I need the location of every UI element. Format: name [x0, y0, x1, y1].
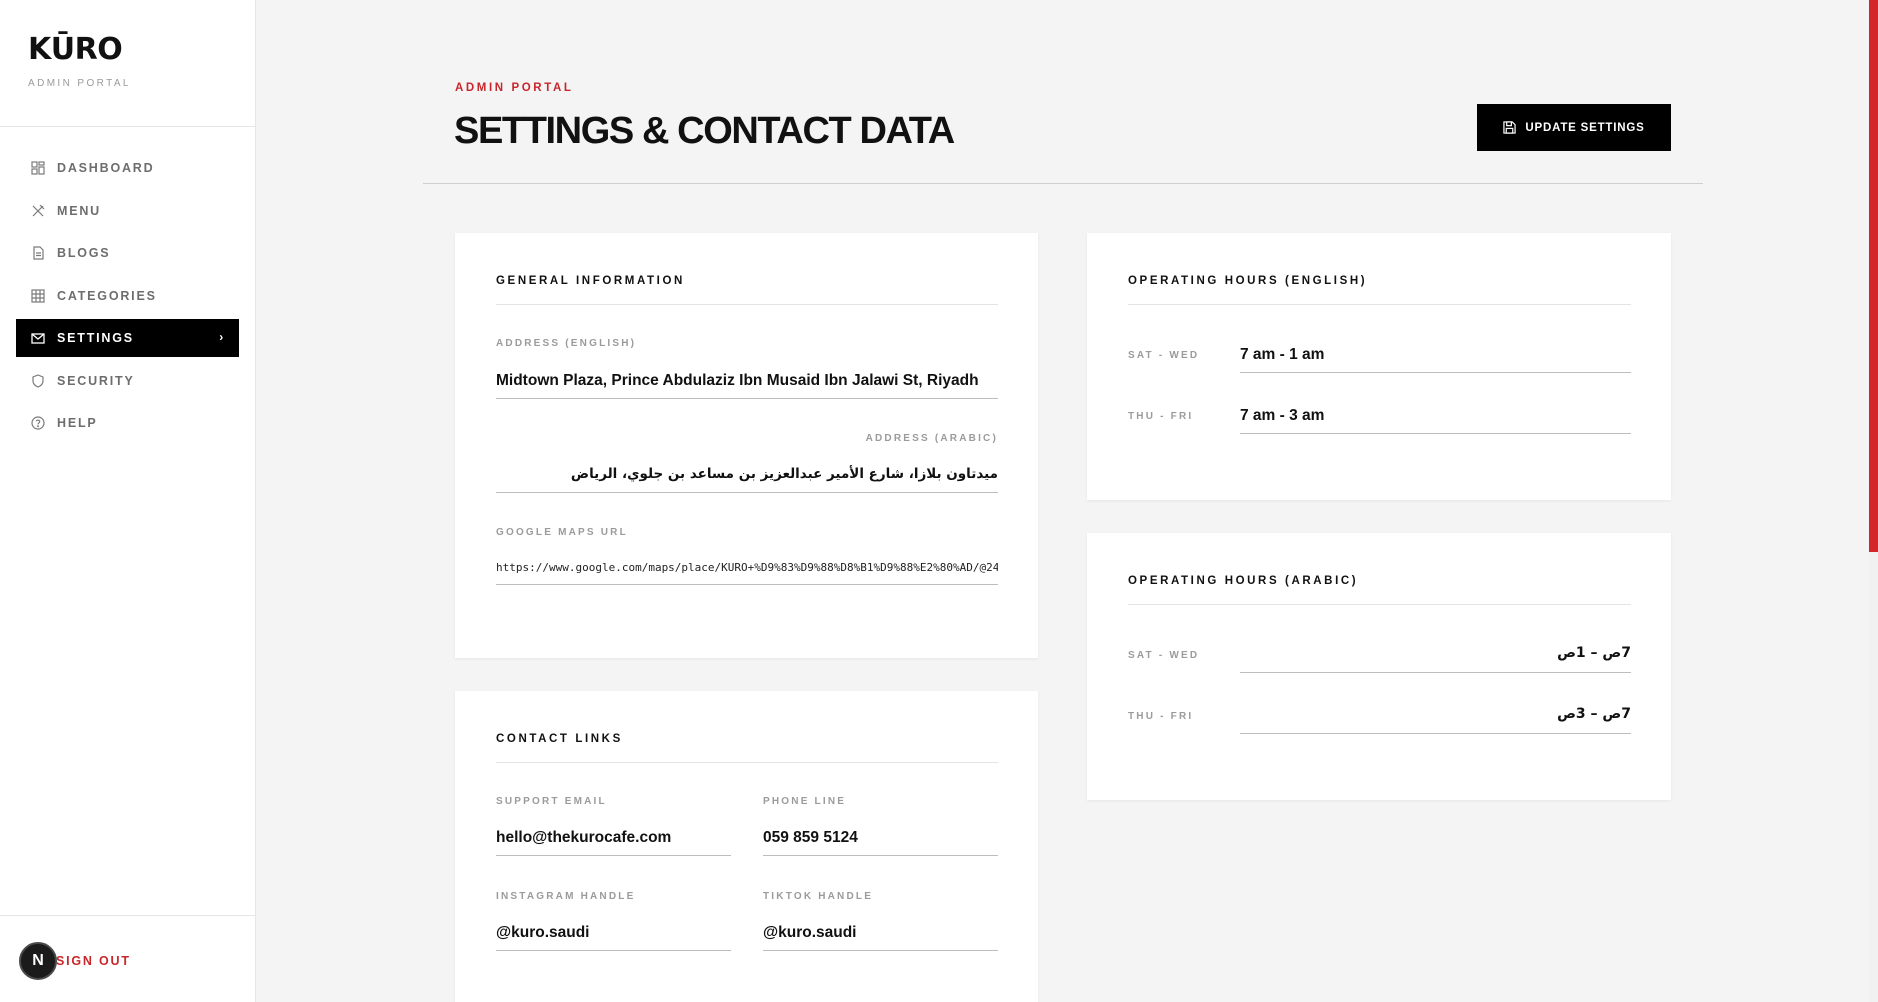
address-arabic-input[interactable]: ميدتاون بلازا، شارع الأمير عبدالعزيز بن …: [496, 466, 998, 482]
card-divider: [1128, 304, 1631, 305]
field-underline: [496, 398, 998, 399]
sat-wed-hours-input[interactable]: 7 am - 1 am: [1240, 346, 1631, 364]
update-settings-button[interactable]: UPDATE SETTINGS: [1477, 104, 1671, 151]
card-divider: [496, 762, 998, 763]
field-underline: [496, 584, 998, 585]
shield-icon: [30, 373, 46, 389]
header-divider: [423, 183, 1703, 184]
sidebar-item-menu[interactable]: MENU: [16, 192, 239, 230]
sign-out-button[interactable]: SIGN OUT: [56, 954, 131, 968]
sidebar-item-label: MENU: [57, 203, 102, 218]
sidebar-item-categories[interactable]: CATEGORIES: [16, 277, 239, 315]
field-underline: [1240, 672, 1631, 673]
sidebar-item-label: HELP: [57, 416, 98, 430]
field-underline: [763, 855, 998, 856]
sidebar-item-label: SECURITY: [57, 373, 135, 388]
logo[interactable]: KŪRO: [28, 32, 255, 68]
sidebar: KŪRO ADMIN PORTAL DASHBOARD MENU BLOGS C…: [0, 0, 256, 1002]
sidebar-item-label: DASHBOARD: [57, 161, 155, 175]
sidebar-item-dashboard[interactable]: DASHBOARD: [16, 149, 239, 187]
thu-fri-label: THU - FRI: [1128, 411, 1194, 422]
sat-wed-label: SAT - WED: [1128, 650, 1200, 661]
thu-fri-hours-arabic-input[interactable]: 7ص – 3ص: [1240, 706, 1631, 722]
support-email-label: SUPPORT EMAIL: [496, 796, 607, 807]
scrollbar-thumb[interactable]: [1869, 0, 1878, 552]
field-underline: [763, 950, 998, 951]
card-title: CONTACT LINKS: [496, 733, 623, 745]
thu-fri-label: THU - FRI: [1128, 711, 1194, 722]
sidebar-item-label: CATEGORIES: [57, 288, 157, 303]
sidebar-item-blogs[interactable]: BLOGS: [16, 234, 239, 272]
support-email-input[interactable]: hello@thekurocafe.com: [496, 829, 731, 847]
card-divider: [496, 304, 998, 305]
grid-icon: [30, 288, 46, 304]
tiktok-handle-input[interactable]: @kuro.saudi: [763, 924, 998, 942]
field-underline: [1240, 433, 1631, 434]
brand: KŪRO ADMIN PORTAL: [0, 0, 255, 127]
card-divider: [1128, 604, 1631, 605]
sidebar-nav: DASHBOARD MENU BLOGS CATEGORIES SETTINGS: [0, 127, 255, 442]
phone-line-input[interactable]: 059 859 5124: [763, 829, 998, 847]
field-underline: [1240, 733, 1631, 734]
save-icon: [1503, 121, 1517, 134]
page-title: SETTINGS & CONTACT DATA: [454, 110, 955, 152]
card-title: OPERATING HOURS (ARABIC): [1128, 575, 1359, 587]
sidebar-item-label: BLOGS: [57, 246, 111, 260]
utensils-icon: [30, 203, 46, 219]
google-maps-url-input[interactable]: https://www.google.com/maps/place/KURO+%…: [496, 561, 998, 574]
sidebar-item-help[interactable]: HELP: [16, 404, 239, 442]
help-icon: [30, 415, 46, 431]
sidebar-item-security[interactable]: SECURITY: [16, 362, 239, 400]
operating-hours-english-card: OPERATING HOURS (ENGLISH) SAT - WED 7 am…: [1087, 233, 1671, 500]
mail-icon: [30, 330, 46, 346]
sidebar-item-settings[interactable]: SETTINGS ›: [16, 319, 239, 357]
field-underline: [1240, 372, 1631, 373]
dashboard-icon: [30, 160, 46, 176]
general-information-card: GENERAL INFORMATION ADDRESS (ENGLISH) Mi…: [455, 233, 1038, 658]
dev-badge-button[interactable]: N: [19, 942, 57, 980]
brand-subtitle: ADMIN PORTAL: [28, 78, 131, 89]
chevron-right-icon: ›: [219, 330, 225, 344]
address-arabic-label: ADDRESS (ARABIC): [865, 433, 998, 444]
contact-links-card: CONTACT LINKS SUPPORT EMAIL hello@thekur…: [455, 691, 1038, 1002]
document-icon: [30, 245, 46, 261]
thu-fri-hours-input[interactable]: 7 am - 3 am: [1240, 407, 1631, 425]
field-underline: [496, 492, 998, 493]
operating-hours-arabic-card: OPERATING HOURS (ARABIC) SAT - WED 7ص – …: [1087, 533, 1671, 800]
sat-wed-hours-arabic-input[interactable]: 7ص – 1ص: [1240, 645, 1631, 661]
card-title: OPERATING HOURS (ENGLISH): [1128, 275, 1368, 287]
sat-wed-label: SAT - WED: [1128, 350, 1200, 361]
google-maps-url-label: GOOGLE MAPS URL: [496, 527, 628, 538]
update-settings-label: UPDATE SETTINGS: [1525, 121, 1645, 134]
tiktok-handle-label: TIKTOK HANDLE: [763, 891, 874, 902]
address-english-input[interactable]: Midtown Plaza, Prince Abdulaziz Ibn Musa…: [496, 372, 998, 390]
instagram-handle-input[interactable]: @kuro.saudi: [496, 924, 731, 942]
field-underline: [496, 950, 731, 951]
page-kicker: ADMIN PORTAL: [455, 82, 574, 94]
sidebar-item-label: SETTINGS: [57, 331, 134, 345]
instagram-handle-label: INSTAGRAM HANDLE: [496, 891, 636, 902]
card-title: GENERAL INFORMATION: [496, 275, 685, 287]
field-underline: [496, 855, 731, 856]
address-english-label: ADDRESS (ENGLISH): [496, 338, 637, 349]
phone-line-label: PHONE LINE: [763, 796, 847, 807]
